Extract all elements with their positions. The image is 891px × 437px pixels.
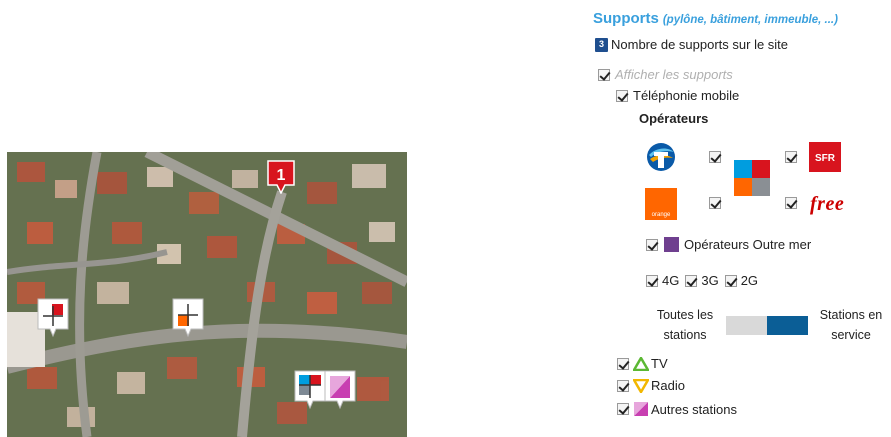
sfr-site-marker[interactable] — [37, 298, 69, 338]
tech-2g-checkbox[interactable] — [724, 274, 737, 287]
sfr-antenna-icon — [37, 298, 69, 338]
stations-toggle[interactable] — [726, 316, 808, 335]
overseas-checkbox[interactable] — [646, 238, 658, 251]
satellite-map[interactable]: 1 — [7, 152, 407, 437]
toggle-left-label: Toutes les stations — [645, 305, 725, 345]
toggle-right-label: Stations en service — [811, 305, 891, 345]
multi-antenna-icon — [294, 370, 356, 410]
show-supports-row[interactable]: Afficher les supports — [598, 67, 733, 82]
tech-4g-label: 4G — [662, 273, 680, 288]
layer-other-checkbox[interactable] — [617, 403, 629, 415]
layer-tv-checkbox[interactable] — [617, 357, 629, 370]
site-marker[interactable]: 1 — [267, 160, 295, 195]
sfr-logo-icon: SFR — [809, 142, 841, 175]
support-count-row: 3 Nombre de supports sur le site — [595, 37, 788, 52]
tech-row: 4G 3G 2G — [646, 273, 758, 288]
layer-radio-checkbox[interactable] — [617, 379, 629, 392]
layer-radio-row[interactable]: Radio — [617, 378, 685, 393]
layer-tv-label: TV — [651, 356, 668, 371]
sfr-checkbox[interactable] — [785, 151, 797, 163]
tech-3g-checkbox[interactable] — [685, 274, 698, 287]
show-supports-label: Afficher les supports — [615, 67, 733, 82]
layer-radio-label: Radio — [651, 378, 685, 393]
site-marker-label: 1 — [277, 167, 286, 184]
map-pin-icon: 1 — [267, 160, 295, 195]
support-count-badge: 3 — [595, 37, 608, 52]
radio-triangle-icon — [633, 378, 649, 393]
svg-text:SFR: SFR — [815, 153, 836, 164]
multi-operator-icon — [734, 160, 770, 199]
toggle-all-stations-half[interactable] — [726, 316, 767, 335]
toggle-left-line2: stations — [663, 328, 707, 342]
layer-tv-row[interactable]: TV — [617, 356, 668, 371]
tv-triangle-icon — [633, 356, 649, 371]
mobile-label: Téléphonie mobile — [633, 88, 740, 103]
free-checkbox[interactable] — [785, 197, 797, 209]
mobile-row[interactable]: Téléphonie mobile — [616, 88, 739, 103]
toggle-in-service-half[interactable] — [767, 316, 808, 335]
multi-site-marker[interactable] — [294, 370, 356, 410]
tech-4g-checkbox[interactable] — [646, 274, 658, 287]
free-logo-icon: free — [810, 193, 845, 215]
mobile-checkbox[interactable] — [616, 89, 628, 102]
orange-site-marker[interactable] — [172, 298, 204, 338]
panel-title-subtitle: (pylône, bâtiment, immeuble, ...) — [662, 14, 838, 26]
orange-antenna-icon — [172, 298, 204, 338]
supports-panel: Supports (pylône, bâtiment, immeuble, ...… — [593, 0, 891, 437]
show-supports-checkbox[interactable] — [598, 68, 610, 81]
support-count-label: Nombre de supports sur le site — [611, 37, 789, 52]
tech-2g-label: 2G — [740, 273, 759, 288]
layer-other-label: Autres stations — [651, 401, 737, 417]
toggle-right-line1: Stations en — [819, 308, 883, 322]
other-stations-icon — [634, 402, 648, 416]
operators-title: Opérateurs — [639, 111, 709, 126]
bouygues-checkbox[interactable] — [709, 151, 721, 163]
tech-3g-label: 3G — [701, 273, 719, 288]
overseas-row[interactable]: Opérateurs Outre mer — [646, 237, 811, 252]
overseas-label: Opérateurs Outre mer — [684, 237, 812, 252]
orange-checkbox[interactable] — [709, 197, 721, 209]
toggle-right-line2: service — [831, 328, 871, 342]
overseas-color-swatch — [664, 237, 679, 252]
bouygues-logo-icon — [645, 142, 677, 175]
panel-title: Supports (pylône, bâtiment, immeuble, ...… — [593, 10, 838, 27]
layer-other-row[interactable]: Autres stations — [617, 401, 737, 417]
toggle-left-line1: Toutes les — [656, 308, 714, 322]
orange-logo-icon: orange — [645, 188, 677, 223]
svg-text:orange: orange — [652, 212, 671, 218]
panel-title-main: Supports — [593, 10, 659, 27]
